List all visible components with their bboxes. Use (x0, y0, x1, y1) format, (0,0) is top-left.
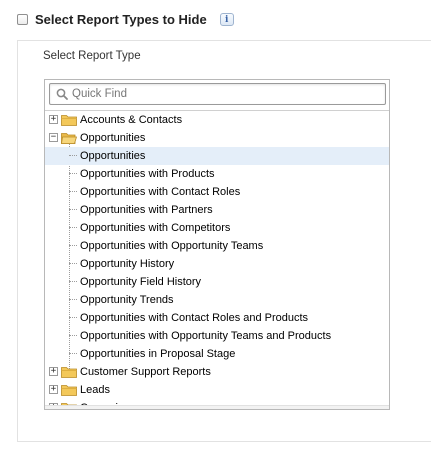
tree-connector (69, 263, 77, 265)
tree-item-label: Customer Support Reports (80, 366, 211, 378)
tree-item-label: Opportunity History (80, 258, 175, 270)
expand-icon[interactable]: + (49, 385, 58, 394)
tree-connector (69, 155, 77, 157)
tree-item[interactable]: Opportunities (45, 147, 389, 165)
tree-item[interactable]: Opportunity Trends (45, 291, 389, 309)
tree-connector (69, 335, 77, 337)
tree-item[interactable]: Opportunity History (45, 255, 389, 273)
tree-item[interactable]: Opportunities with Contact Roles and Pro… (45, 309, 389, 327)
horizontal-scrollbar[interactable] (45, 405, 389, 409)
search-icon (56, 88, 68, 100)
expand-icon[interactable]: + (49, 367, 58, 376)
tree-connector (69, 173, 77, 175)
tree-connector (69, 353, 77, 355)
tree-item[interactable]: Opportunities with Contact Roles (45, 183, 389, 201)
quick-find-box[interactable] (49, 83, 386, 105)
tree-item[interactable]: Opportunities with Competitors (45, 219, 389, 237)
tree-item-label: Opportunity Field History (80, 276, 202, 288)
tree-connector (69, 209, 77, 211)
hide-report-types-label[interactable]: Select Report Types to Hide (35, 12, 207, 27)
tree-item-label: Opportunities with Partners (80, 204, 213, 216)
tree-category[interactable]: + Accounts & Contacts (45, 111, 389, 129)
tree-connector (69, 245, 77, 247)
tree-item[interactable]: Opportunity Field History (45, 273, 389, 291)
tree-item[interactable]: Opportunities with Partners (45, 201, 389, 219)
tree-item[interactable]: Opportunities in Proposal Stage (45, 345, 389, 363)
tree-connector (69, 281, 77, 283)
report-type-tree[interactable]: + Accounts & Contacts − Opportunities Opport… (45, 110, 389, 409)
expand-icon[interactable]: + (49, 115, 58, 124)
tree-category[interactable]: + Customer Support Reports (45, 363, 389, 381)
collapse-icon[interactable]: − (49, 133, 58, 142)
tree-connector (69, 299, 77, 301)
hide-report-types-checkbox[interactable] (17, 13, 28, 25)
tree-item[interactable]: Opportunities with Opportunity Teams and… (45, 327, 389, 345)
tree-item-label: Opportunities with Products (80, 168, 215, 180)
tree-item-label: Opportunities (80, 132, 146, 144)
section-label: Select Report Type (43, 50, 141, 62)
tree-item-label: Opportunities (80, 150, 146, 162)
folder-icon (61, 384, 77, 399)
tree-item-label: Accounts & Contacts (80, 114, 183, 126)
tree-item-label: Leads (80, 384, 110, 396)
tree-item-label: Opportunities with Opportunity Teams (80, 240, 264, 252)
tree-item[interactable]: Opportunities with Products (45, 165, 389, 183)
tree-item-label: Opportunities with Contact Roles and Pro… (80, 312, 309, 324)
folder-icon (61, 366, 77, 381)
report-type-tree-box: + Accounts & Contacts − Opportunities Opport… (44, 79, 390, 410)
tree-item-label: Opportunities with Competitors (80, 222, 231, 234)
info-icon-glyph: i (224, 14, 229, 25)
tree-item[interactable]: Opportunities with Opportunity Teams (45, 237, 389, 255)
tree-connector (69, 191, 77, 193)
folder-open-icon (61, 132, 78, 147)
tree-item-label: Opportunities in Proposal Stage (80, 348, 236, 360)
tree-category[interactable]: + Leads (45, 381, 389, 399)
tree-item-label: Opportunities with Contact Roles (80, 186, 241, 198)
folder-icon (61, 114, 77, 129)
tree-item-label: Opportunity Trends (80, 294, 174, 306)
quick-find-input[interactable] (72, 88, 372, 100)
report-types-header: Select Report Types to Hide i (17, 8, 234, 30)
tree-connector (69, 227, 77, 229)
tree-connector (69, 317, 77, 319)
info-icon[interactable]: i (219, 13, 234, 26)
tree-category[interactable]: − Opportunities (45, 129, 389, 147)
tree-item-label: Opportunities with Opportunity Teams and… (80, 330, 332, 342)
